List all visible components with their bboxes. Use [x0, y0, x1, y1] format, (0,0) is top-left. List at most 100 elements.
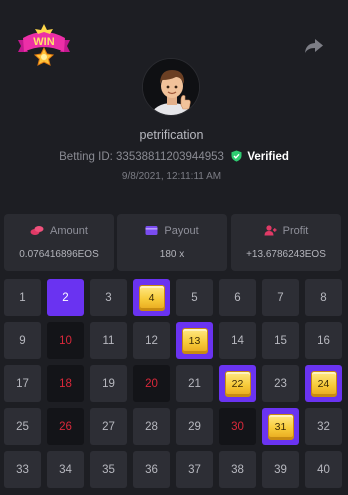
payout-value: 180 x	[159, 249, 185, 260]
grid-cell-6[interactable]: 6	[219, 279, 256, 316]
cell-number: 29	[188, 420, 201, 433]
grid-cell-19[interactable]: 19	[90, 365, 127, 402]
cell-number: 4	[148, 291, 155, 304]
cell-number: 24	[317, 377, 330, 390]
grid-cell-9[interactable]: 9	[4, 322, 41, 359]
grid-cell-7[interactable]: 7	[262, 279, 299, 316]
avatar	[142, 58, 200, 116]
cell-number: 28	[145, 420, 158, 433]
cell-number: 14	[231, 334, 244, 347]
grid-cell-2[interactable]: 2	[47, 279, 84, 316]
grid-cell-36[interactable]: 36	[133, 451, 170, 488]
cell-number: 27	[102, 420, 115, 433]
gem-tile: 24	[310, 370, 337, 397]
cell-number: 38	[231, 463, 244, 476]
grid-cell-30[interactable]: 30	[219, 408, 256, 445]
grid-cell-1[interactable]: 1	[4, 279, 41, 316]
payout-label: Payout	[164, 225, 199, 237]
grid-cell-14[interactable]: 14	[219, 322, 256, 359]
cell-number: 21	[188, 377, 201, 390]
cell-number: 17	[16, 377, 29, 390]
cell-number: 37	[188, 463, 201, 476]
gem-tile: 13	[181, 327, 208, 354]
shield-check-icon	[231, 150, 242, 162]
cell-number: 15	[274, 334, 287, 347]
cell-number: 8	[320, 291, 327, 304]
cell-number: 39	[274, 463, 287, 476]
grid-cell-37[interactable]: 37	[176, 451, 213, 488]
grid-cell-18[interactable]: 18	[47, 365, 84, 402]
grid-cell-24[interactable]: 24	[305, 365, 342, 402]
grid-cell-15[interactable]: 15	[262, 322, 299, 359]
grid-cell-34[interactable]: 34	[47, 451, 84, 488]
grid-cell-10[interactable]: 10	[47, 322, 84, 359]
grid-cell-31[interactable]: 31	[262, 408, 299, 445]
grid-cell-12[interactable]: 12	[133, 322, 170, 359]
cell-number: 22	[231, 377, 244, 390]
share-arrow-icon[interactable]	[304, 37, 324, 55]
cell-number: 5	[191, 291, 198, 304]
cell-number: 31	[274, 420, 287, 433]
grid-cell-25[interactable]: 25	[4, 408, 41, 445]
cell-number: 26	[59, 420, 72, 433]
cell-number: 25	[16, 420, 29, 433]
grid-cell-5[interactable]: 5	[176, 279, 213, 316]
cell-number: 36	[145, 463, 158, 476]
grid-cell-35[interactable]: 35	[90, 451, 127, 488]
coins-icon	[30, 226, 44, 235]
cell-number: 9	[19, 334, 26, 347]
grid-cell-33[interactable]: 33	[4, 451, 41, 488]
cell-number: 1	[19, 291, 26, 304]
amount-card: Amount 0.076416896EOS	[4, 214, 114, 271]
cell-number: 10	[59, 334, 72, 347]
win-logo-text: WIN	[33, 36, 54, 48]
grid-cell-28[interactable]: 28	[133, 408, 170, 445]
grid-cell-32[interactable]: 32	[305, 408, 342, 445]
cell-number: 16	[317, 334, 330, 347]
cell-number: 18	[59, 377, 72, 390]
betting-id-value: 33538811203944953	[116, 151, 224, 163]
cell-number: 30	[231, 420, 244, 433]
gem-tile: 22	[224, 370, 251, 397]
grid-cell-4[interactable]: 4	[133, 279, 170, 316]
amount-label: Amount	[50, 225, 88, 237]
gem-tile: 4	[138, 284, 165, 311]
grid-cell-22[interactable]: 22	[219, 365, 256, 402]
grid-cell-13[interactable]: 13	[176, 322, 213, 359]
cell-number: 34	[59, 463, 72, 476]
verified-badge: Verified	[247, 151, 289, 163]
amount-value: 0.076416896EOS	[19, 249, 99, 260]
payout-card: Payout 180 x	[117, 214, 227, 271]
username: petrification	[139, 128, 204, 142]
grid-cell-20[interactable]: 20	[133, 365, 170, 402]
grid-cell-8[interactable]: 8	[305, 279, 342, 316]
profit-label: Profit	[282, 225, 309, 237]
grid-cell-11[interactable]: 11	[90, 322, 127, 359]
grid-cell-3[interactable]: 3	[90, 279, 127, 316]
cell-number: 13	[188, 334, 201, 347]
cell-number: 23	[274, 377, 287, 390]
gem-tile: 31	[267, 413, 294, 440]
cell-number: 2	[62, 291, 69, 304]
wallet-icon	[145, 226, 158, 235]
grid-cell-21[interactable]: 21	[176, 365, 213, 402]
grid-cell-16[interactable]: 16	[305, 322, 342, 359]
cell-number: 35	[102, 463, 115, 476]
grid-cell-17[interactable]: 17	[4, 365, 41, 402]
grid-cell-23[interactable]: 23	[262, 365, 299, 402]
cell-number: 32	[317, 420, 330, 433]
grid-cell-39[interactable]: 39	[262, 451, 299, 488]
cell-number: 6	[234, 291, 241, 304]
win-logo: WIN	[14, 22, 74, 70]
grid-cell-26[interactable]: 26	[47, 408, 84, 445]
grid-cell-27[interactable]: 27	[90, 408, 127, 445]
grid-cell-40[interactable]: 40	[305, 451, 342, 488]
betting-id-line: Betting ID: 33538811203944953 Verified	[0, 150, 348, 163]
bet-detail-panel: WIN petrification Betting ID: 3353881120…	[0, 0, 348, 495]
betting-id-label: Betting ID:	[59, 151, 113, 163]
cell-number: 40	[317, 463, 330, 476]
user-gain-icon	[264, 225, 277, 236]
grid-cell-29[interactable]: 29	[176, 408, 213, 445]
profit-value: +13.6786243EOS	[246, 249, 326, 260]
grid-cell-38[interactable]: 38	[219, 451, 256, 488]
